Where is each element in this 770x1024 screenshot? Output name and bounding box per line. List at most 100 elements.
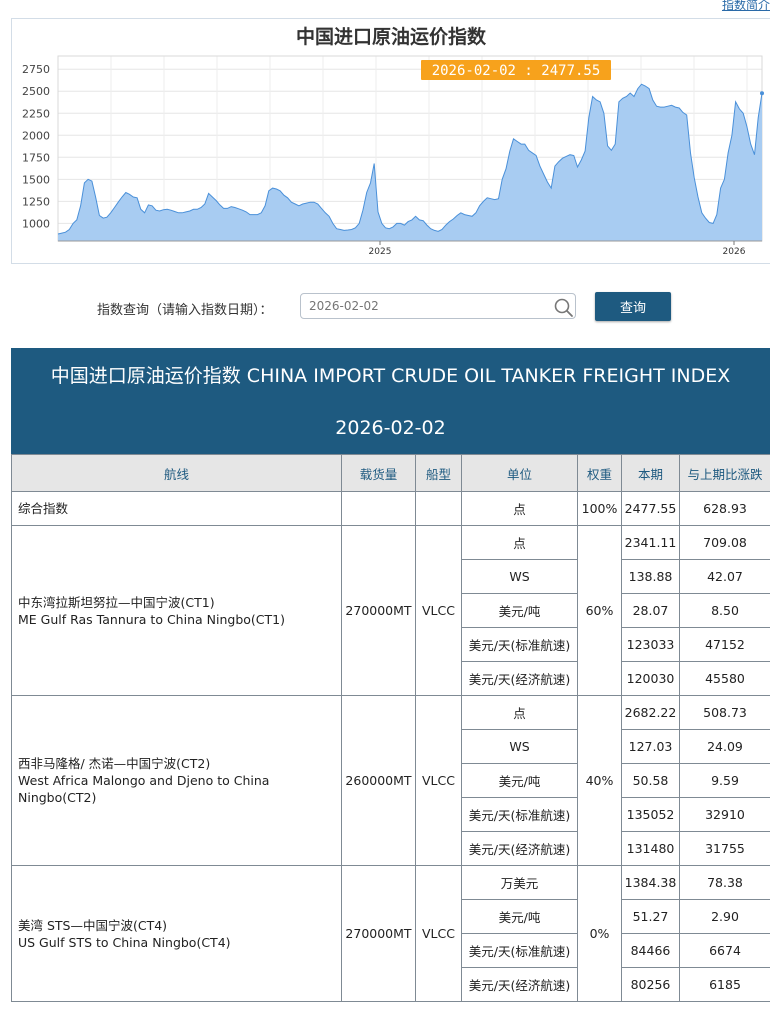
change-cell: 24.09 — [679, 729, 770, 764]
table-date: 2026-02-02 — [335, 417, 446, 439]
composite-change: 628.93 — [679, 491, 770, 526]
route-ct4: 美湾 STS—中国宁波(CT4) US Gulf STS to China Ni… — [11, 865, 342, 1002]
current-cell: 2682.22 — [621, 695, 680, 730]
col-header-weight: 权重 — [577, 454, 622, 492]
y-tick-label: 2250 — [22, 107, 50, 120]
chart-canvas[interactable]: 1000 1250 1500 1750 2000 2250 2500 2750 2025 2026… — [12, 19, 770, 263]
unit-cell: 美元/吨 — [461, 593, 578, 628]
y-tick-label: 1500 — [22, 173, 50, 186]
y-tick-label: 2500 — [22, 85, 50, 98]
table-row: 美湾 STS—中国宁波(CT4) US Gulf STS to China Ni… — [11, 865, 770, 1002]
query-label: 指数查询（请输入指数日期）： — [97, 303, 273, 318]
unit-cell: WS — [461, 729, 578, 764]
ship-cell: VLCC — [415, 695, 462, 866]
date-search-input[interactable] — [300, 293, 576, 319]
table-header-banner: 中国进口原油运价指数 CHINA IMPORT CRUDE OIL TANKER… — [11, 348, 770, 454]
y-tick-label: 2750 — [22, 63, 50, 76]
change-cell: 42.07 — [679, 559, 770, 594]
change-cell: 9.59 — [679, 763, 770, 798]
current-cell: 1384.38 — [621, 865, 680, 900]
change-cell: 45580 — [679, 661, 770, 696]
current-cell: 120030 — [621, 661, 680, 696]
route-name-cn: 西非马隆格/ 杰诺—中国宁波(CT2) — [18, 756, 211, 771]
route-ct2: 西非马隆格/ 杰诺—中国宁波(CT2) West Africa Malongo … — [11, 695, 342, 866]
ship-cell: VLCC — [415, 865, 462, 1002]
route-name-en: US Gulf STS to China Ningbo(CT4) — [18, 934, 231, 950]
ship-cell: VLCC — [415, 525, 462, 696]
current-cell: 84466 — [621, 933, 680, 968]
freight-index-table-panel: 中国进口原油运价指数 CHINA IMPORT CRUDE OIL TANKER… — [11, 348, 770, 1002]
composite-route: 综合指数 — [11, 491, 342, 526]
x-tick-label: 2025 — [369, 247, 392, 257]
current-cell: 135052 — [621, 797, 680, 832]
current-cell: 127.03 — [621, 729, 680, 764]
change-cell: 6185 — [679, 967, 770, 1002]
current-cell: 28.07 — [621, 593, 680, 628]
route-name-en: ME Gulf Ras Tannura to China Ningbo(CT1) — [18, 611, 285, 627]
index-intro-link[interactable]: 指数简介 — [722, 0, 770, 13]
current-cell: 138.88 — [621, 559, 680, 594]
index-chart: 1000 1250 1500 1750 2000 2250 2500 2750 2025 2026… — [11, 18, 770, 264]
change-cell: 2.90 — [679, 899, 770, 934]
query-bar: 指数查询（请输入指数日期）： 查询 — [0, 290, 770, 324]
unit-cell: 美元/天(经济航速) — [461, 661, 578, 696]
table-header-row: 航线 载货量 船型 单位 权重 本期 与上期比涨跌 — [11, 454, 770, 492]
composite-current: 2477.55 — [621, 491, 680, 526]
current-cell: 131480 — [621, 831, 680, 866]
change-cell: 47152 — [679, 627, 770, 662]
current-cell: 50.58 — [621, 763, 680, 798]
table-row: 西非马隆格/ 杰诺—中国宁波(CT2) West Africa Malongo … — [11, 695, 770, 866]
x-tick-label: 2026 — [723, 247, 746, 257]
freight-index-table: 航线 载货量 船型 单位 权重 本期 与上期比涨跌 综合指数 点 100% 24… — [11, 454, 770, 1002]
tooltip-text: 2026-02-02 : 2477.55 — [432, 63, 601, 79]
route-ct1: 中东湾拉斯坦努拉—中国宁波(CT1) ME Gulf Ras Tannura t… — [11, 525, 342, 696]
route-name-cn: 中东湾拉斯坦努拉—中国宁波(CT1) — [18, 594, 215, 610]
col-header-ship: 船型 — [415, 454, 462, 492]
cargo-cell: 270000MT — [341, 525, 416, 696]
cargo-cell: 270000MT — [341, 865, 416, 1002]
composite-row: 综合指数 点 100% 2477.55 628.93 — [11, 491, 770, 526]
col-header-current: 本期 — [621, 454, 680, 492]
unit-cell: 点 — [461, 525, 578, 560]
change-cell: 709.08 — [679, 525, 770, 560]
route-name-en: West Africa Malongo and Djeno to China N… — [18, 773, 270, 805]
unit-cell: 美元/吨 — [461, 763, 578, 798]
change-cell: 32910 — [679, 797, 770, 832]
current-cell: 123033 — [621, 627, 680, 662]
cargo-cell: 260000MT — [341, 695, 416, 866]
table-title: 中国进口原油运价指数 CHINA IMPORT CRUDE OIL TANKER… — [50, 365, 731, 387]
col-header-unit: 单位 — [461, 454, 578, 492]
data-point-last — [760, 91, 764, 96]
current-cell: 80256 — [621, 967, 680, 1002]
table-row: 中东湾拉斯坦努拉—中国宁波(CT1) ME Gulf Ras Tannura t… — [11, 525, 770, 696]
col-header-route: 航线 — [11, 454, 342, 492]
unit-cell: 美元/天(经济航速) — [461, 831, 578, 866]
current-cell: 51.27 — [621, 899, 680, 934]
composite-ship — [415, 491, 462, 526]
weight-cell: 60% — [577, 525, 622, 696]
weight-cell: 0% — [577, 865, 622, 1002]
unit-cell: 美元/吨 — [461, 899, 578, 934]
col-header-change: 与上期比涨跌 — [679, 454, 770, 492]
unit-cell: 美元/天(标准航速) — [461, 797, 578, 832]
change-cell: 8.50 — [679, 593, 770, 628]
composite-weight: 100% — [577, 491, 622, 526]
route-name-cn: 美湾 STS—中国宁波(CT4) — [18, 917, 168, 933]
y-tick-label: 1000 — [22, 217, 50, 230]
y-tick-label: 2000 — [22, 129, 50, 142]
weight-cell: 40% — [577, 695, 622, 866]
query-button[interactable]: 查询 — [595, 292, 671, 321]
unit-cell: 点 — [461, 695, 578, 730]
change-cell: 508.73 — [679, 695, 770, 730]
composite-cargo — [341, 491, 416, 526]
unit-cell: WS — [461, 559, 578, 594]
unit-cell: 美元/天(标准航速) — [461, 933, 578, 968]
unit-cell: 美元/天(经济航速) — [461, 967, 578, 1002]
y-tick-label: 1250 — [22, 195, 50, 208]
unit-cell: 万美元 — [461, 865, 578, 900]
current-cell: 2341.11 — [621, 525, 680, 560]
change-cell: 6674 — [679, 933, 770, 968]
composite-unit: 点 — [461, 491, 578, 526]
search-icon[interactable] — [553, 297, 575, 319]
y-tick-label: 1750 — [22, 151, 50, 164]
